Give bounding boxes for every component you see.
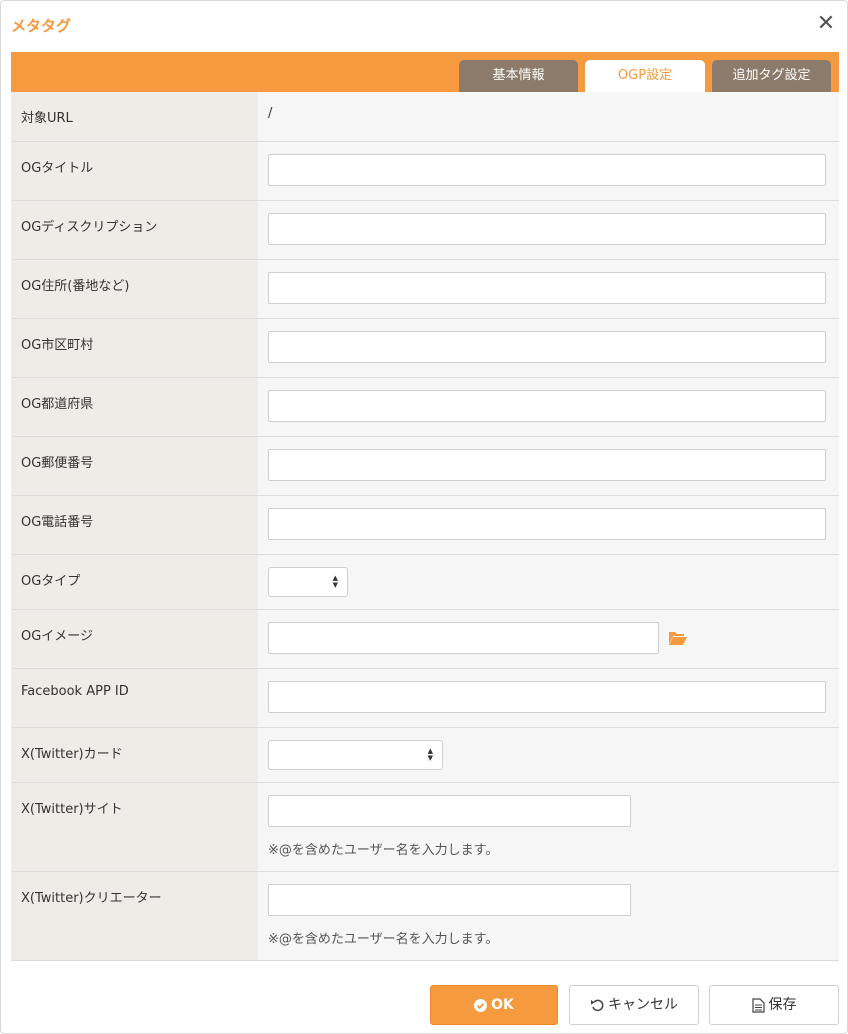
row-og-postal: OG郵便番号 bbox=[11, 437, 839, 496]
og-description-label: OGディスクリプション bbox=[11, 201, 258, 259]
tab-additional-tags[interactable]: 追加タグ設定 bbox=[712, 60, 831, 92]
folder-open-icon[interactable] bbox=[668, 630, 688, 650]
row-facebook-app-id: Facebook APP ID bbox=[11, 669, 839, 728]
row-og-title: OGタイトル bbox=[11, 142, 839, 201]
dialog-footer: OK キャンセル 保存 bbox=[1, 985, 847, 1025]
og-city-label: OG市区町村 bbox=[11, 319, 258, 377]
row-twitter-site: X(Twitter)サイト ※@を含めたユーザー名を入力します。 bbox=[11, 783, 839, 872]
twitter-creator-input[interactable] bbox=[268, 884, 631, 916]
ok-label: OK bbox=[491, 997, 514, 1013]
target-url-value-cell: / bbox=[258, 92, 839, 141]
twitter-card-label: X(Twitter)カード bbox=[11, 728, 258, 782]
og-phone-label: OG電話番号 bbox=[11, 496, 258, 554]
save-label: 保存 bbox=[768, 997, 797, 1013]
twitter-site-note: ※@を含めたユーザー名を入力します。 bbox=[268, 843, 499, 858]
undo-icon bbox=[591, 999, 604, 1012]
og-prefecture-label: OG都道府県 bbox=[11, 378, 258, 436]
facebook-app-id-label: Facebook APP ID bbox=[11, 669, 258, 727]
og-address-label: OG住所(番地など) bbox=[11, 260, 258, 318]
og-postal-label: OG郵便番号 bbox=[11, 437, 258, 495]
select-arrows-icon: ▲ ▼ bbox=[427, 747, 433, 762]
cancel-label: キャンセル bbox=[608, 997, 678, 1013]
row-og-city: OG市区町村 bbox=[11, 319, 839, 378]
row-target-url: 対象URL / bbox=[11, 92, 839, 142]
row-og-image: OGイメージ bbox=[11, 610, 839, 669]
tab-bar: 基本情報 OGP設定 追加タグ設定 bbox=[11, 52, 839, 92]
twitter-site-input[interactable] bbox=[268, 795, 631, 827]
og-address-input[interactable] bbox=[268, 272, 826, 304]
document-icon bbox=[751, 997, 765, 1013]
row-og-phone: OG電話番号 bbox=[11, 496, 839, 555]
ok-button[interactable]: OK bbox=[430, 985, 558, 1025]
og-title-label: OGタイトル bbox=[11, 142, 258, 200]
dialog-title: メタタグ bbox=[11, 17, 72, 35]
row-twitter-creator: X(Twitter)クリエーター ※@を含めたユーザー名を入力します。 bbox=[11, 872, 839, 961]
og-description-input[interactable] bbox=[268, 213, 826, 245]
meta-tag-dialog: メタタグ ✕ 基本情報 OGP設定 追加タグ設定 対象URL / OGタイトル … bbox=[0, 0, 848, 1034]
og-city-input[interactable] bbox=[268, 331, 826, 363]
target-url-value: / bbox=[268, 106, 273, 121]
twitter-creator-label: X(Twitter)クリエーター bbox=[11, 872, 258, 960]
row-twitter-card: X(Twitter)カード ▲ ▼ bbox=[11, 728, 839, 783]
ogp-form: 対象URL / OGタイトル OGディスクリプション OG住所(番地など) OG… bbox=[11, 92, 839, 961]
target-url-label: 対象URL bbox=[11, 92, 258, 141]
row-og-address: OG住所(番地など) bbox=[11, 260, 839, 319]
check-circle-icon bbox=[474, 998, 488, 1012]
select-arrows-icon: ▲ ▼ bbox=[332, 574, 338, 589]
row-og-type: OGタイプ ▲ ▼ bbox=[11, 555, 839, 610]
facebook-app-id-input[interactable] bbox=[268, 681, 826, 713]
close-icon[interactable]: ✕ bbox=[815, 13, 837, 35]
twitter-creator-note: ※@を含めたユーザー名を入力します。 bbox=[268, 932, 499, 947]
tab-ogp-settings[interactable]: OGP設定 bbox=[585, 60, 705, 92]
og-type-select[interactable]: ▲ ▼ bbox=[268, 567, 348, 597]
og-prefecture-input[interactable] bbox=[268, 390, 826, 422]
row-og-prefecture: OG都道府県 bbox=[11, 378, 839, 437]
og-image-input[interactable] bbox=[268, 622, 659, 654]
save-button[interactable]: 保存 bbox=[709, 985, 839, 1025]
twitter-card-select[interactable]: ▲ ▼ bbox=[268, 740, 443, 770]
og-type-label: OGタイプ bbox=[11, 555, 258, 609]
og-title-input[interactable] bbox=[268, 154, 826, 186]
twitter-site-label: X(Twitter)サイト bbox=[11, 783, 258, 871]
og-postal-input[interactable] bbox=[268, 449, 826, 481]
og-image-label: OGイメージ bbox=[11, 610, 258, 668]
tab-basic-info[interactable]: 基本情報 bbox=[459, 60, 578, 92]
row-og-description: OGディスクリプション bbox=[11, 201, 839, 260]
og-phone-input[interactable] bbox=[268, 508, 826, 540]
cancel-button[interactable]: キャンセル bbox=[569, 985, 699, 1025]
